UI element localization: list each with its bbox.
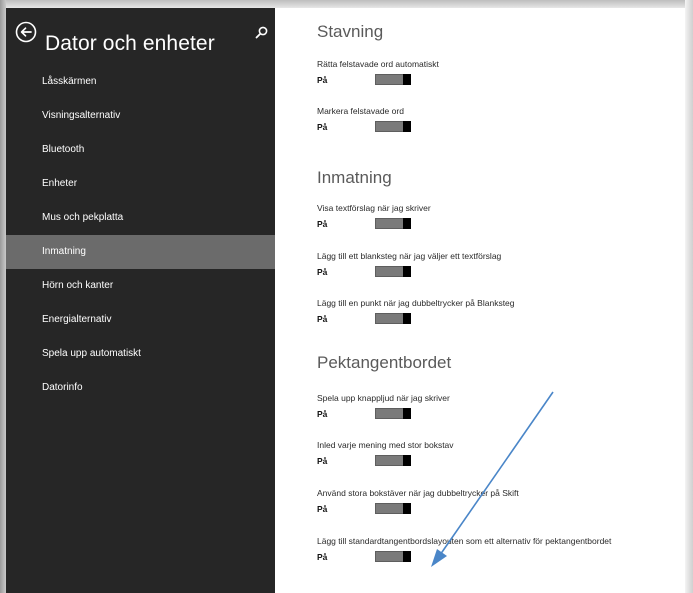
toggle-switch[interactable]	[375, 503, 411, 514]
setting-item: Lägg till ett blanksteg när jag väljer e…	[317, 251, 682, 279]
setting-item: Inled varje mening med stor bokstav På	[317, 440, 682, 468]
toggle-thumb	[403, 455, 411, 466]
setting-label: Visa textförslag när jag skriver	[317, 203, 431, 213]
toggle-thumb	[403, 218, 411, 229]
toggle-thumb	[403, 503, 411, 514]
back-arrow-circle-icon[interactable]	[15, 21, 37, 43]
toggle-thumb	[403, 408, 411, 419]
setting-label: Markera felstavade ord	[317, 106, 404, 116]
search-icon[interactable]	[255, 26, 268, 39]
setting-row: På	[317, 312, 682, 326]
sidebar-menu: Låsskärmen Visningsalternativ Bluetooth Enh…	[6, 65, 275, 405]
toggle-state-label: På	[317, 314, 328, 324]
toggle-switch[interactable]	[375, 74, 411, 85]
toggle-switch[interactable]	[375, 266, 411, 277]
toggle-state-label: På	[317, 267, 328, 277]
setting-row: På	[317, 120, 682, 134]
toggle-thumb	[403, 121, 411, 132]
toggle-state-label: På	[317, 456, 328, 466]
setting-item: Markera felstavade ord På	[317, 106, 682, 134]
section-title: Stavning	[317, 22, 384, 41]
sidebar-item-inmatning[interactable]: Inmatning	[6, 235, 275, 269]
sidebar-item-enheter[interactable]: Enheter	[6, 167, 275, 201]
setting-item: Lägg till en punkt när jag dubbeltrycker…	[317, 298, 682, 326]
toggle-thumb	[403, 74, 411, 85]
toggle-thumb	[403, 313, 411, 324]
toggle-state-label: På	[317, 409, 328, 419]
setting-row: På	[317, 407, 682, 421]
window-frame-top	[0, 0, 693, 8]
setting-label: Använd stora bokstäver när jag dubbeltry…	[317, 488, 519, 498]
setting-item: Använd stora bokstäver när jag dubbeltry…	[317, 488, 682, 516]
sidebar-item-hörn-och-kanter[interactable]: Hörn och kanter	[6, 269, 275, 303]
setting-row: På	[317, 502, 682, 516]
toggle-state-label: På	[317, 552, 328, 562]
setting-label: Inled varje mening med stor bokstav	[317, 440, 454, 450]
sidebar-header: Dator och enheter	[15, 20, 270, 55]
setting-label: Lägg till standardtangentbordslayouten s…	[317, 536, 612, 546]
toggle-switch[interactable]	[375, 408, 411, 419]
setting-row: På	[317, 73, 682, 87]
toggle-thumb	[403, 266, 411, 277]
sidebar-title: Dator och enheter	[45, 32, 215, 56]
section-title: Pektangentbordet	[317, 353, 452, 372]
sidebar-item-mus-och-pekplatta[interactable]: Mus och pekplatta	[6, 201, 275, 235]
toggle-switch[interactable]	[375, 313, 411, 324]
setting-item: Spela upp knappljud när jag skriver På	[317, 393, 682, 421]
window-frame-right	[685, 0, 693, 593]
sidebar-item-låsskärmen[interactable]: Låsskärmen	[6, 65, 275, 99]
sidebar-item-visningsalternativ[interactable]: Visningsalternativ	[6, 99, 275, 133]
setting-row: På	[317, 454, 682, 468]
setting-row: På	[317, 550, 682, 564]
toggle-switch[interactable]	[375, 455, 411, 466]
toggle-switch[interactable]	[375, 121, 411, 132]
toggle-switch[interactable]	[375, 551, 411, 562]
setting-row: På	[317, 217, 682, 231]
sidebar-item-spela-upp-automatiskt[interactable]: Spela upp automatiskt	[6, 337, 275, 371]
setting-label: Spela upp knappljud när jag skriver	[317, 393, 450, 403]
toggle-thumb	[403, 551, 411, 562]
settings-content: Stavning Rätta felstavade ord automatiskt…	[275, 8, 685, 593]
toggle-state-label: På	[317, 122, 328, 132]
setting-row: På	[317, 265, 682, 279]
toggle-state-label: På	[317, 504, 328, 514]
toggle-state-label: På	[317, 219, 328, 229]
toggle-switch[interactable]	[375, 218, 411, 229]
setting-item: Visa textförslag när jag skriver På	[317, 203, 682, 231]
section-title: Inmatning	[317, 168, 392, 187]
sidebar-item-bluetooth[interactable]: Bluetooth	[6, 133, 275, 167]
setting-item: Lägg till standardtangentbordslayouten s…	[317, 536, 682, 564]
setting-label: Lägg till en punkt när jag dubbeltrycker…	[317, 298, 515, 308]
sidebar-item-energialternativ[interactable]: Energialternativ	[6, 303, 275, 337]
toggle-state-label: På	[317, 75, 328, 85]
setting-label: Lägg till ett blanksteg när jag väljer e…	[317, 251, 502, 261]
setting-label: Rätta felstavade ord automatiskt	[317, 59, 439, 69]
sidebar: Dator och enheter Låsskärmen Visningsalte…	[6, 8, 275, 593]
setting-item: Rätta felstavade ord automatiskt På	[317, 59, 682, 87]
sidebar-item-datorinfo[interactable]: Datorinfo	[6, 371, 275, 405]
